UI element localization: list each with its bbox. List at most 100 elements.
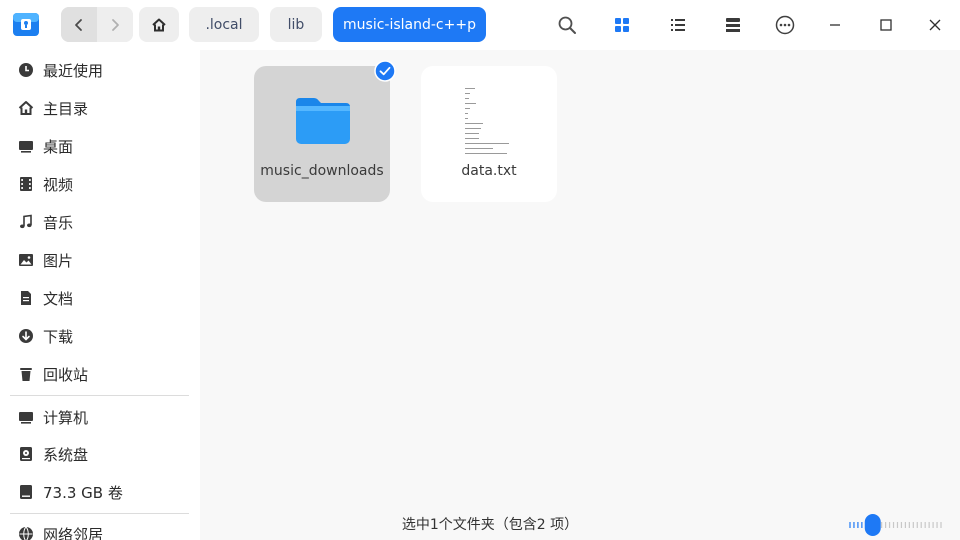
title-bar: .local lib music-island-c++p <box>0 0 960 50</box>
icon-view-button[interactable] <box>607 10 637 40</box>
system-disk-icon <box>20 447 32 461</box>
maximize-button[interactable] <box>871 10 901 40</box>
image-icon <box>19 254 33 266</box>
document-icon <box>21 291 31 305</box>
zoom-slider-tick <box>857 522 859 528</box>
zoom-slider-tick <box>896 522 899 528</box>
minimize-button[interactable] <box>820 10 850 40</box>
breadcrumb-lib[interactable]: lib <box>270 7 322 42</box>
sidebar-item-pictures[interactable]: 图片 <box>0 242 200 278</box>
zoom-slider[interactable] <box>848 512 943 538</box>
close-icon <box>929 19 941 31</box>
zoom-slider-tick <box>940 522 942 528</box>
grid-view-icon <box>615 18 629 32</box>
sidebar-item-label: 计算机 <box>43 408 89 427</box>
zoom-slider-tick <box>936 522 938 528</box>
sidebar-item-label: 视频 <box>43 175 74 194</box>
zoom-slider-tick <box>912 522 914 528</box>
tree-view-icon <box>726 18 740 32</box>
minimize-icon <box>830 24 840 26</box>
sidebar-item-music[interactable]: 音乐 <box>0 204 200 240</box>
chevron-left-icon <box>75 18 82 31</box>
zoom-slider-tick <box>928 522 930 528</box>
zoom-slider-handle[interactable] <box>864 514 881 536</box>
zoom-slider-ticks <box>849 522 942 528</box>
file-name: data.txt <box>461 163 517 179</box>
zoom-slider-tick <box>916 522 918 528</box>
desktop-icon <box>19 141 33 153</box>
status-bar: 选中1个文件夹（包含2 项） <box>200 510 960 540</box>
clock-icon <box>19 63 33 77</box>
zoom-slider-tick <box>924 522 926 528</box>
trash-icon <box>20 368 32 381</box>
sidebar-item-label: 主目录 <box>43 99 89 118</box>
breadcrumb-home[interactable] <box>139 7 179 42</box>
sidebar-item-label: 下载 <box>43 327 74 346</box>
detail-view-button[interactable] <box>718 10 748 40</box>
file-view: music_downloads data.txt 选中1个文件夹（包含2 项） <box>200 50 960 540</box>
zoom-slider-tick <box>920 522 922 528</box>
sidebar-item-recent[interactable]: 最近使用 <box>0 52 200 88</box>
file-item-text[interactable]: data.txt <box>421 66 557 202</box>
chevron-right-icon <box>112 18 119 31</box>
breadcrumb-local[interactable]: .local <box>189 7 259 42</box>
zoom-slider-tick <box>853 522 855 528</box>
folder-icon <box>296 98 350 144</box>
home-icon <box>152 18 166 31</box>
zoom-slider-tick <box>900 522 903 528</box>
network-icon <box>19 526 33 540</box>
maximize-icon <box>880 19 892 31</box>
sidebar-item-videos[interactable]: 视频 <box>0 166 200 202</box>
zoom-slider-tick <box>861 522 863 528</box>
search-button[interactable] <box>552 10 582 40</box>
sidebar-item-documents[interactable]: 文档 <box>0 280 200 316</box>
computer-icon <box>19 412 33 424</box>
file-item-folder[interactable]: music_downloads <box>254 60 396 202</box>
zoom-slider-tick <box>849 522 851 528</box>
sidebar-item-desktop[interactable]: 桌面 <box>0 128 200 164</box>
zoom-slider-tick <box>881 522 883 528</box>
check-icon <box>374 60 396 82</box>
breadcrumb-current[interactable]: music-island-c++p <box>333 7 486 42</box>
sidebar-item-computer[interactable]: 计算机 <box>0 399 200 435</box>
status-text: 选中1个文件夹（包含2 项） <box>401 517 579 533</box>
zoom-slider-tick <box>888 522 891 528</box>
more-icon <box>775 15 795 35</box>
sidebar-item-network[interactable]: 网络邻居 <box>0 516 200 540</box>
sidebar-item-system-disk[interactable]: 系统盘 <box>0 436 200 472</box>
zoom-slider-tick <box>892 522 895 528</box>
sidebar-item-trash[interactable]: 回收站 <box>0 356 200 392</box>
navigation-buttons <box>61 7 133 42</box>
download-icon <box>19 329 33 343</box>
zoom-slider-tick <box>908 522 910 528</box>
sidebar-item-label: 音乐 <box>43 213 74 232</box>
list-view-button[interactable] <box>663 10 693 40</box>
list-view-icon <box>671 19 685 31</box>
sidebar: 最近使用 主目录 桌面 视频 音乐 图片 文档 下载 回收站 计算机 系统盘 7… <box>0 50 200 540</box>
sidebar-divider <box>10 513 189 514</box>
sidebar-item-label: 图片 <box>43 251 74 270</box>
zoom-slider-tick <box>885 522 887 528</box>
sidebar-item-label: 网络邻居 <box>43 525 104 540</box>
sidebar-item-label: 回收站 <box>43 365 89 384</box>
file-manager-logo-icon <box>13 13 39 36</box>
file-manager-window: .local lib music-island-c++p 最近使用 主目录 桌面… <box>0 0 960 540</box>
zoom-slider-tick <box>904 522 906 528</box>
sidebar-item-label: 桌面 <box>43 137 74 156</box>
sidebar-item-label: 文档 <box>43 289 74 308</box>
music-note-icon <box>20 214 32 229</box>
sidebar-item-volume[interactable]: 73.3 GB 卷 <box>0 474 200 510</box>
back-button[interactable] <box>61 7 97 42</box>
close-button[interactable] <box>920 10 950 40</box>
sidebar-item-home[interactable]: 主目录 <box>0 90 200 126</box>
file-name: music_downloads <box>260 163 384 179</box>
sidebar-item-label: 73.3 GB 卷 <box>43 483 123 502</box>
home-icon <box>18 101 34 115</box>
zoom-slider-tick <box>932 522 934 528</box>
video-icon <box>20 177 32 191</box>
sidebar-item-label: 系统盘 <box>43 445 89 464</box>
sidebar-item-downloads[interactable]: 下载 <box>0 318 200 354</box>
sidebar-item-label: 最近使用 <box>43 61 104 80</box>
forward-button[interactable] <box>97 7 133 42</box>
more-options-button[interactable] <box>770 10 800 40</box>
